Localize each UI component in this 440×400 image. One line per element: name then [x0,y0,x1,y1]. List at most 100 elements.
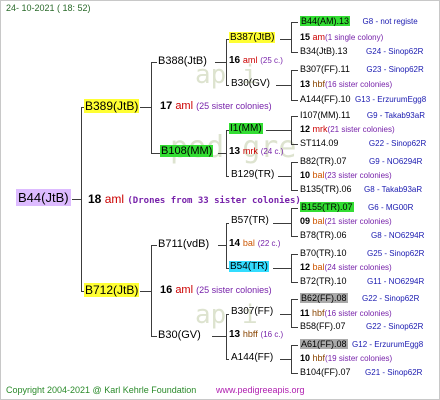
gen1-queen-name: B389(JtB) [84,99,140,113]
gen3-queen[interactable]: A144(FF) [231,353,273,363]
copyright: Copyright 2004-2021 @ Karl Kehrle Founda… [6,385,197,395]
gen2-queen[interactable]: B388(JtB) [158,56,207,67]
gen3-queen-name: B30(GV) [231,78,270,89]
gen4-queen-name: B135(TR).06 [300,184,352,194]
gen4-queen[interactable]: B70(TR).10 G25 - Sinop62R [300,249,424,258]
gen4-breed: bal [312,170,325,180]
gen2-queen[interactable]: B108(MM) [160,145,214,157]
gen2-queen[interactable]: B30(GV) [158,330,201,341]
gen4-queen-name: B307(FF).11 [300,64,350,74]
gen4-queen-name: B78(TR).06 [300,230,347,240]
gen4-note: G24 - Sinop62R [366,47,424,56]
gen3-queen[interactable]: B57(TR) [231,216,269,226]
gen3-queen-name: B307(FF) [231,306,274,317]
gen4-queen[interactable]: B135(TR).06 G8 - Takab93aR [300,185,422,194]
gen4-queen-name: I107(MM).11 [300,110,351,120]
gen3-colonies-text: (16 c.) [260,330,284,339]
gen4-note: G8 - not registe [362,17,418,26]
gen1-colonies-text: (25 sister colonies) [196,285,272,295]
gen1-number: 16 [160,284,173,296]
gen3-queen-name: I1(MM) [229,123,263,134]
gen3-queen[interactable]: B30(GV) [231,79,270,89]
gen4-note: G22 - Sinop62R [362,294,420,303]
gen3-number: 14 [229,238,241,249]
gen3-queen-name: A144(FF) [231,352,274,363]
gen1-queen-name: B712(JtB) [84,283,140,297]
gen4-colonies: 10 bal(23 sister colonies) [300,171,392,180]
gen4-colonies: 10 hbf(19 sister colonies) [300,354,392,363]
gen4-colonies: 11 hbf(16 sister colonies) [300,309,392,318]
gen3-number: 13 [229,146,241,157]
gen4-queen[interactable]: B58(FF).07 G22 - Sinop62R [300,322,423,331]
gen4-queen[interactable]: B155(TR).07 G6 - MG00R [300,202,414,212]
gen4-queen-name: ST114.09 [300,138,339,148]
gen4-number: 10 [300,170,311,180]
gen4-queen[interactable]: B307(FF).11 G23 - Sinop62R [300,65,424,74]
gen4-breed: hbf [312,308,325,318]
gen4-note: G8 - Takab93aR [364,185,423,194]
gen3-queen-name: B387(JtB) [229,32,276,43]
gen1-queen[interactable]: B389(JtB) [84,99,140,113]
gen4-queen[interactable]: I107(MM).11 G9 - Takab93aR [300,111,425,120]
gen4-breed: mrk [312,124,328,134]
gen4-note: G25 - Sinop62R [367,249,425,258]
gen4-queen[interactable]: B104(FF).07 G21 - Sinop62R [300,368,422,377]
root-colonies-text: (Drones from 33 sister colonies) [127,196,301,206]
root-queen-name: B44(JtB) [16,189,71,206]
gen3-queen[interactable]: B54(TR) [229,261,269,272]
gen4-queen[interactable]: B34(JtB).13 G24 - Sinop62R [300,47,423,56]
gen1-breed: aml [175,100,194,112]
gen4-queen-name: B70(TR).10 [300,248,347,258]
gen3-queen[interactable]: I1(MM) [229,123,263,134]
gen1-colonies-text: (25 sister colonies) [196,101,272,111]
gen1-queen[interactable]: B712(JtB) [84,283,140,297]
gen1-number: 17 [160,100,173,112]
gen2-queen-name: B711(vdB) [158,238,210,250]
gen4-queen[interactable]: A61(FF).08 G12 - ErzurumEgg8 [300,339,424,349]
gen4-note: G11 - NO6294R [367,277,425,286]
gen4-queen[interactable]: B82(TR).07 G9 - NO6294R [300,157,422,166]
gen3-queen[interactable]: B129(TR) [231,170,274,180]
gen4-queen-name: B44(AM).13 [300,16,351,26]
gen4-note: G12 - ErzurumEgg8 [352,340,424,349]
gen3-breed: mrk [242,146,258,156]
gen4-queen-name: B34(JtB).13 [300,46,348,56]
gen4-queen[interactable]: B72(TR).10 G11 - NO6294R [300,277,424,286]
gen4-colonies-text: (21 sister colonies) [327,125,395,134]
gen4-number: 11 [300,308,310,318]
gen4-queen-name: A61(FF).08 [300,339,348,349]
gen3-queen[interactable]: B307(FF) [231,307,273,317]
site-link[interactable]: www.pedigreeapis.org [216,386,305,395]
gen4-queen[interactable]: ST114.09 G22 - Sinop62R [300,139,426,148]
gen3-colonies: 16 aml (25 c.) [229,56,283,66]
gen3-number: 13 [229,329,241,340]
gen4-queen[interactable]: B62(FF).08 G22 - Sinop62R [300,293,420,303]
gen4-colonies: 15 am(1 single colony) [300,33,383,42]
gen2-queen-name: B388(JtB) [158,55,207,67]
gen4-queen[interactable]: B78(TR).06 G8 - NO6294R [300,231,424,240]
gen3-queen-name: B54(TR) [229,261,269,272]
gen4-queen-name: B58(FF).07 [300,321,346,331]
gen4-number: 10 [300,353,311,363]
gen4-note: G9 - Takab93aR [366,111,425,120]
gen4-note: G22 - Sinop62R [368,139,427,148]
gen4-queen[interactable]: A144(FF).10 G13 - ErzurumEgg8 [300,95,426,104]
gen4-note: G8 - NO6294R [371,231,425,240]
gen3-breed: aml [242,55,258,65]
gen4-colonies-text: (19 sister colonies) [325,354,393,363]
gen3-queen[interactable]: B387(JtB) [229,32,276,43]
gen4-number: 12 [300,262,311,272]
gen2-queen[interactable]: B711(vdB) [158,239,209,250]
gen4-colonies: 12 mrk(21 sister colonies) [300,125,395,134]
root-number: 18 [88,192,102,206]
root-queen[interactable]: B44(JtB) [16,189,71,206]
gen2-queen-name: B108(MM) [160,145,214,157]
gen4-queen[interactable]: B44(AM).13 G8 - not registe [300,16,418,26]
gen4-queen-name: B155(TR).07 [300,202,354,212]
gen3-queen-name: B129(TR) [231,169,275,180]
gen4-colonies: 09 bal(21 sister colonies) [300,217,392,226]
gen3-colonies-text: (22 c.) [257,239,281,248]
gen4-breed: am [312,32,326,42]
gen4-note: G6 - MG00R [368,203,414,212]
gen3-colonies-text: (25 c.) [260,56,283,65]
